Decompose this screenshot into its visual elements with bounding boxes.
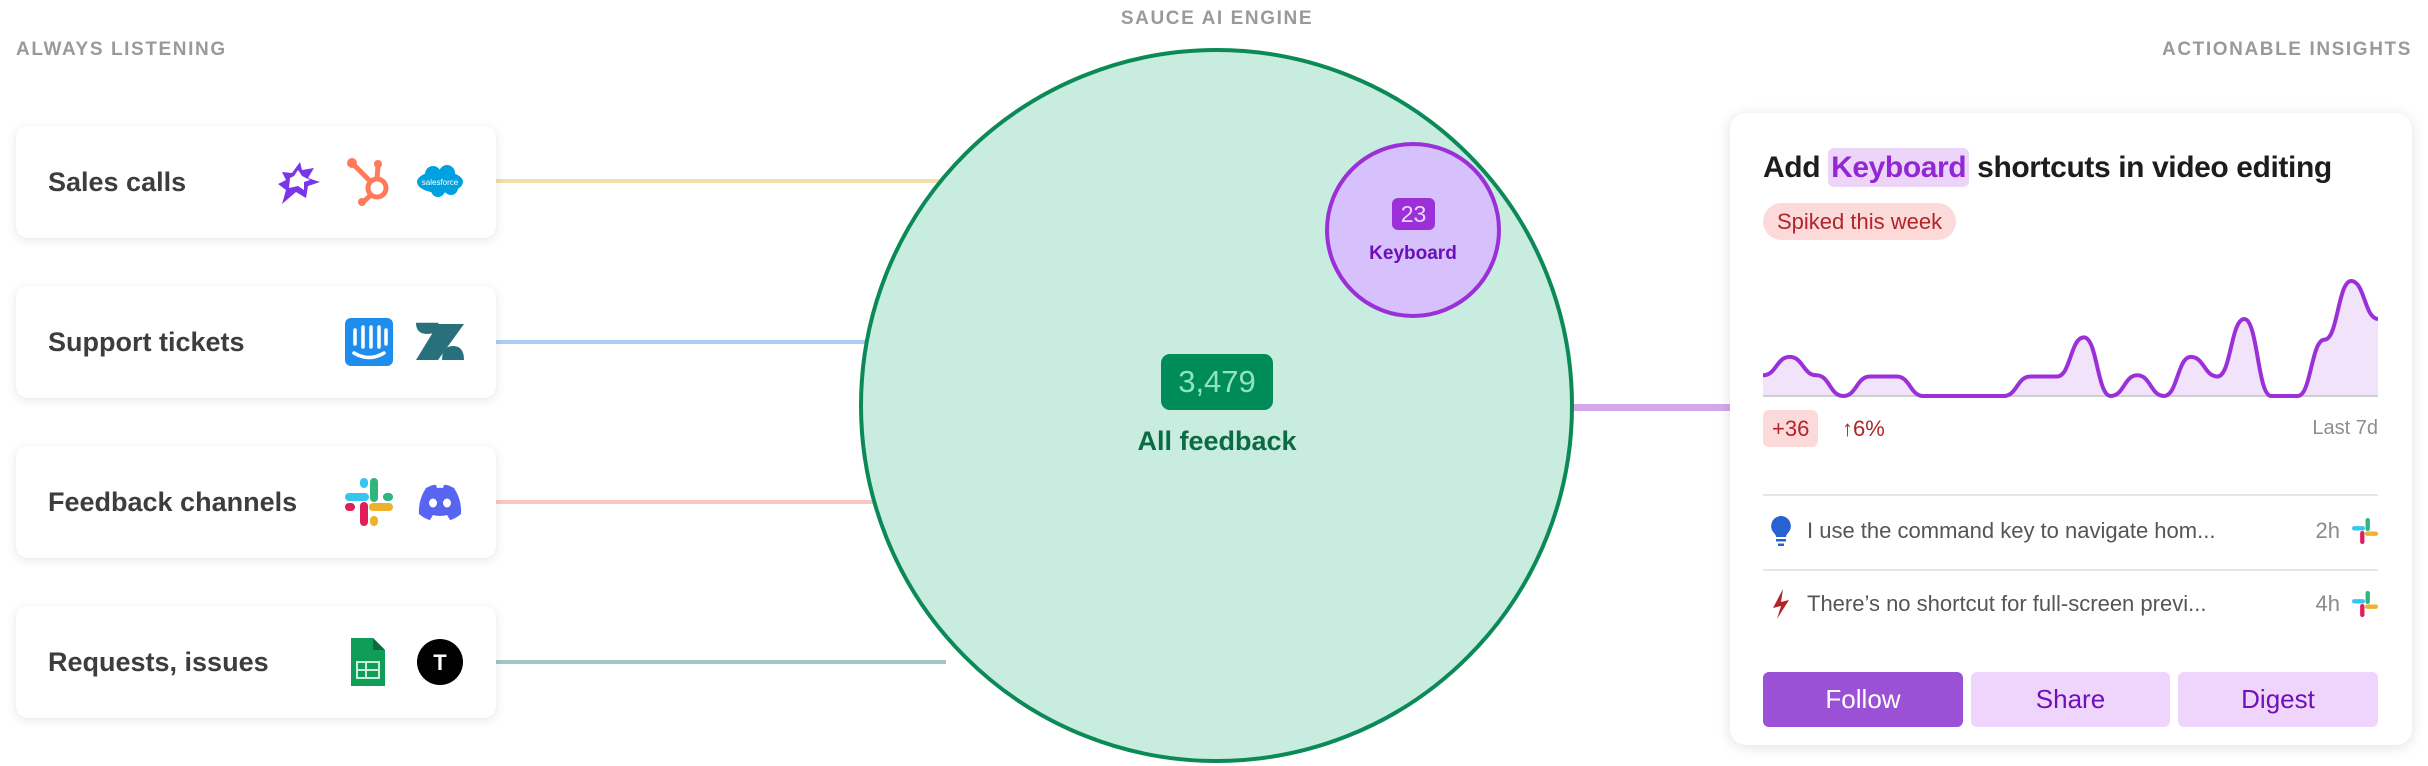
sparkline-area bbox=[1763, 281, 2378, 396]
source-card-sales-calls[interactable]: Sales calls salesforce bbox=[16, 126, 496, 238]
hubspot-icon bbox=[345, 158, 393, 206]
svg-text:salesforce: salesforce bbox=[422, 178, 459, 187]
all-feedback-count: 3,479 bbox=[1161, 354, 1273, 410]
spiked-badge: Spiked this week bbox=[1763, 203, 1957, 240]
svg-text:T: T bbox=[433, 650, 447, 675]
discord-icon bbox=[416, 478, 464, 526]
feedback-item[interactable]: I use the command key to navigate hom...… bbox=[1763, 511, 2378, 551]
source-card-requests-issues[interactable]: Requests, issues T bbox=[16, 606, 496, 718]
always-listening-header: ALWAYS LISTENING bbox=[16, 39, 227, 60]
feedback-text: I use the command key to navigate hom... bbox=[1807, 518, 2216, 543]
sauce-ai-engine-header: SAUCE AI ENGINE bbox=[1120, 8, 1314, 29]
sparkline-chart bbox=[1763, 279, 2378, 398]
connector-requests bbox=[496, 660, 946, 664]
insight-title: Add Keyboard shortcuts in video editing bbox=[1763, 148, 2332, 187]
time-range: Last 7d bbox=[2312, 417, 2378, 439]
gong-icon bbox=[274, 158, 322, 206]
keyboard-topic-count: 23 bbox=[1392, 198, 1435, 230]
connector-insight bbox=[1560, 404, 1732, 411]
connector-sales bbox=[496, 179, 946, 183]
source-card-support-tickets[interactable]: Support tickets bbox=[16, 286, 496, 398]
feedback-item[interactable]: There’s no shortcut for full-screen prev… bbox=[1763, 584, 2378, 624]
actionable-insights-header: ACTIONABLE INSIGHTS bbox=[2162, 39, 2412, 60]
keyboard-topic-circle[interactable] bbox=[1325, 142, 1501, 318]
connector-support bbox=[496, 340, 896, 344]
typeform-icon: T bbox=[416, 638, 464, 686]
percent-change: ↑6% bbox=[1842, 416, 1885, 441]
digest-button[interactable]: Digest bbox=[2178, 672, 2378, 727]
share-button[interactable]: Share bbox=[1971, 672, 2170, 727]
zendesk-icon bbox=[416, 318, 464, 366]
delta-badge: +36 bbox=[1763, 410, 1819, 447]
divider bbox=[1763, 569, 2378, 571]
source-label: Feedback channels bbox=[48, 486, 298, 517]
insight-card: Add Keyboard shortcuts in video editing … bbox=[1730, 113, 2412, 745]
feedback-time: 2h bbox=[2315, 518, 2340, 543]
source-label: Sales calls bbox=[48, 166, 187, 197]
slack-icon bbox=[2352, 518, 2378, 544]
lightning-icon bbox=[1773, 589, 1789, 619]
feedback-text: There’s no shortcut for full-screen prev… bbox=[1807, 591, 2207, 616]
intercom-icon bbox=[345, 318, 393, 366]
title-pre: Add bbox=[1763, 151, 1821, 184]
google-sheets-icon bbox=[345, 638, 393, 686]
feedback-time: 4h bbox=[2315, 591, 2340, 616]
lightbulb-icon bbox=[1771, 516, 1791, 546]
slack-icon bbox=[345, 478, 393, 526]
salesforce-icon: salesforce bbox=[416, 158, 464, 206]
all-feedback-label: All feedback bbox=[1137, 426, 1297, 456]
slack-icon bbox=[2352, 591, 2378, 617]
divider bbox=[1763, 494, 2378, 496]
source-card-feedback-channels[interactable]: Feedback channels bbox=[16, 446, 496, 558]
source-label: Support tickets bbox=[48, 326, 245, 357]
connector-feedback bbox=[496, 500, 896, 504]
source-label: Requests, issues bbox=[48, 646, 269, 677]
keyboard-topic-label: Keyboard bbox=[1369, 243, 1457, 264]
title-post: shortcuts in video editing bbox=[1977, 151, 2332, 184]
title-highlight: Keyboard bbox=[1828, 148, 1970, 187]
follow-button[interactable]: Follow bbox=[1763, 672, 1963, 727]
